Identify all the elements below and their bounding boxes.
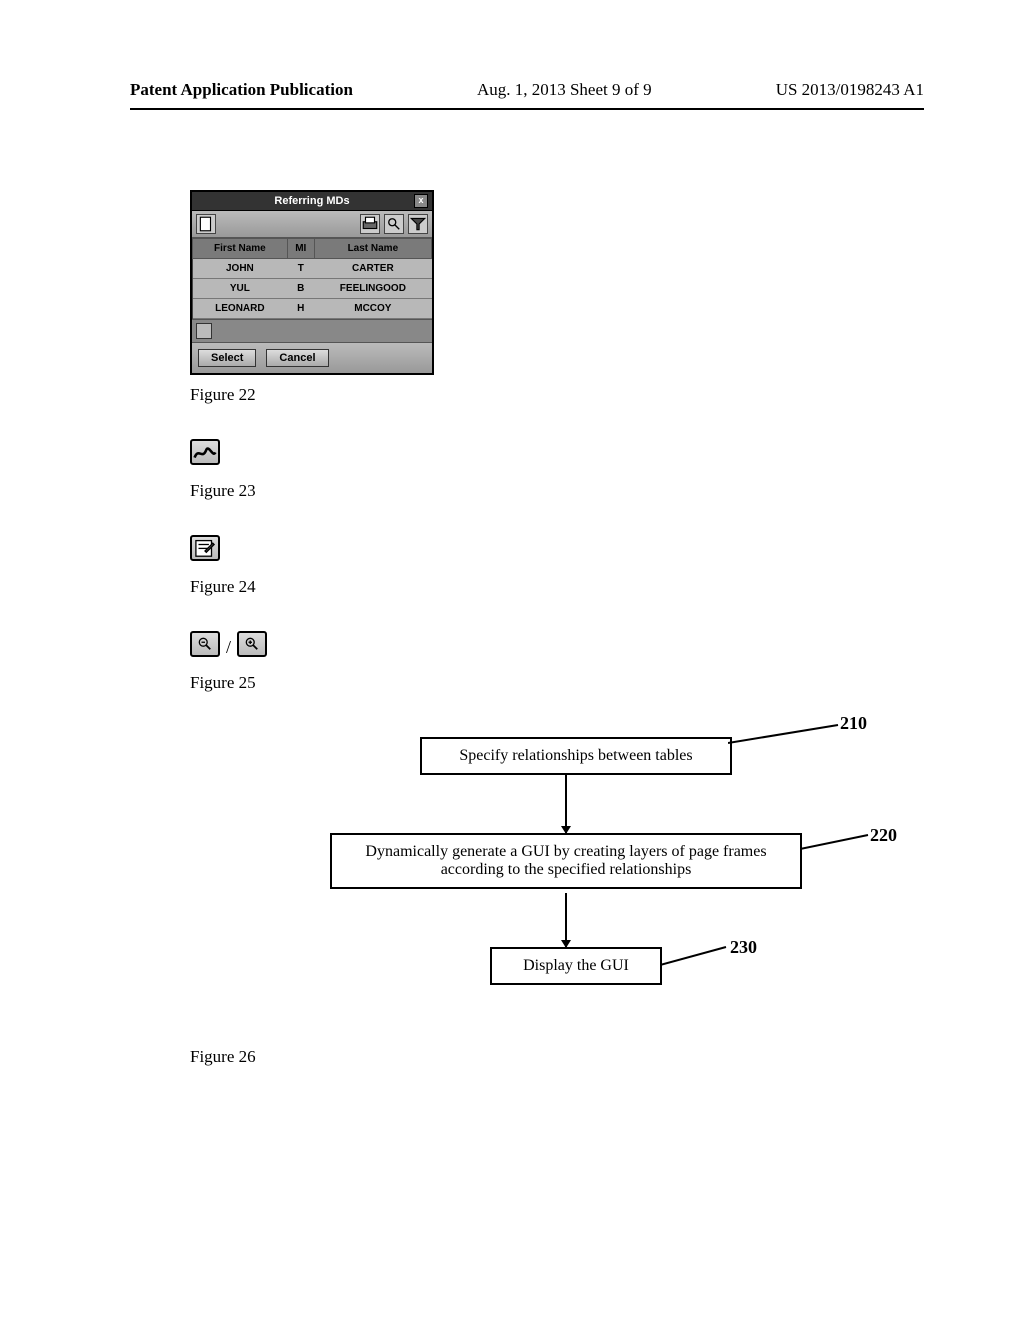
referring-mds-dialog: Referring MDs x xyxy=(190,190,434,375)
col-first-name[interactable]: First Name xyxy=(193,239,288,259)
notepad-icon[interactable] xyxy=(190,535,220,561)
cell-first: YUL xyxy=(193,279,288,299)
figure-24-label: Figure 24 xyxy=(190,577,890,597)
cell-last: FEELINGOOD xyxy=(314,279,431,299)
figure-22-label: Figure 22 xyxy=(190,385,890,405)
ref-230: 230 xyxy=(730,937,757,958)
flow-step-2: Dynamically generate a GUI by creating l… xyxy=(330,833,802,889)
figure-25-label: Figure 25 xyxy=(190,673,890,693)
figure-23-label: Figure 23 xyxy=(190,481,890,501)
header-left: Patent Application Publication xyxy=(130,80,353,100)
lead-line-210 xyxy=(728,721,843,751)
cell-mi: H xyxy=(287,299,314,319)
filter-icon[interactable] xyxy=(408,214,428,234)
ref-220: 220 xyxy=(870,825,897,846)
flow-step-3: Display the GUI xyxy=(490,947,662,985)
table-row[interactable]: LEONARD H MCCOY xyxy=(193,299,432,319)
select-button[interactable]: Select xyxy=(198,349,256,367)
lead-line-220 xyxy=(800,833,870,853)
table-row[interactable]: JOHN T CARTER xyxy=(193,259,432,279)
figure-26-flowchart: Specify relationships between tables Dyn… xyxy=(330,727,890,1047)
header-right: US 2013/0198243 A1 xyxy=(776,80,924,100)
figure-25-icons: / xyxy=(190,631,890,663)
cell-last: CARTER xyxy=(314,259,431,279)
mds-table: First Name MI Last Name JOHN T CARTER YU… xyxy=(192,238,432,319)
scribble-icon[interactable] xyxy=(190,439,220,465)
search-icon[interactable] xyxy=(384,214,404,234)
ref-210: 210 xyxy=(840,713,867,734)
cell-first: JOHN xyxy=(193,259,288,279)
dialog-statusbar xyxy=(192,319,432,342)
cell-mi: T xyxy=(287,259,314,279)
table-row[interactable]: YUL B FEELINGOOD xyxy=(193,279,432,299)
cell-last: MCCOY xyxy=(314,299,431,319)
close-icon[interactable]: x xyxy=(414,194,428,208)
arrow-1-2 xyxy=(565,775,567,833)
cancel-button[interactable]: Cancel xyxy=(266,349,328,367)
arrow-2-3 xyxy=(565,893,567,947)
print-icon[interactable] xyxy=(360,214,380,234)
dialog-toolbar xyxy=(192,211,432,238)
lead-line-230 xyxy=(660,945,730,969)
figure-26-label: Figure 26 xyxy=(190,1047,890,1067)
page-header: Patent Application Publication Aug. 1, 2… xyxy=(130,80,924,110)
col-mi[interactable]: MI xyxy=(287,239,314,259)
dialog-titlebar: Referring MDs x xyxy=(192,192,432,211)
dialog-title: Referring MDs xyxy=(274,195,349,207)
dialog-button-row: Select Cancel xyxy=(192,342,432,373)
col-last-name[interactable]: Last Name xyxy=(314,239,431,259)
status-icon[interactable] xyxy=(196,323,212,339)
header-center: Aug. 1, 2013 Sheet 9 of 9 xyxy=(477,80,652,100)
cell-mi: B xyxy=(287,279,314,299)
zoom-in-icon[interactable] xyxy=(237,631,267,657)
flow-step-1: Specify relationships between tables xyxy=(420,737,732,775)
cell-first: LEONARD xyxy=(193,299,288,319)
new-record-icon[interactable] xyxy=(196,214,216,234)
separator: / xyxy=(226,637,231,658)
zoom-out-icon[interactable] xyxy=(190,631,220,657)
